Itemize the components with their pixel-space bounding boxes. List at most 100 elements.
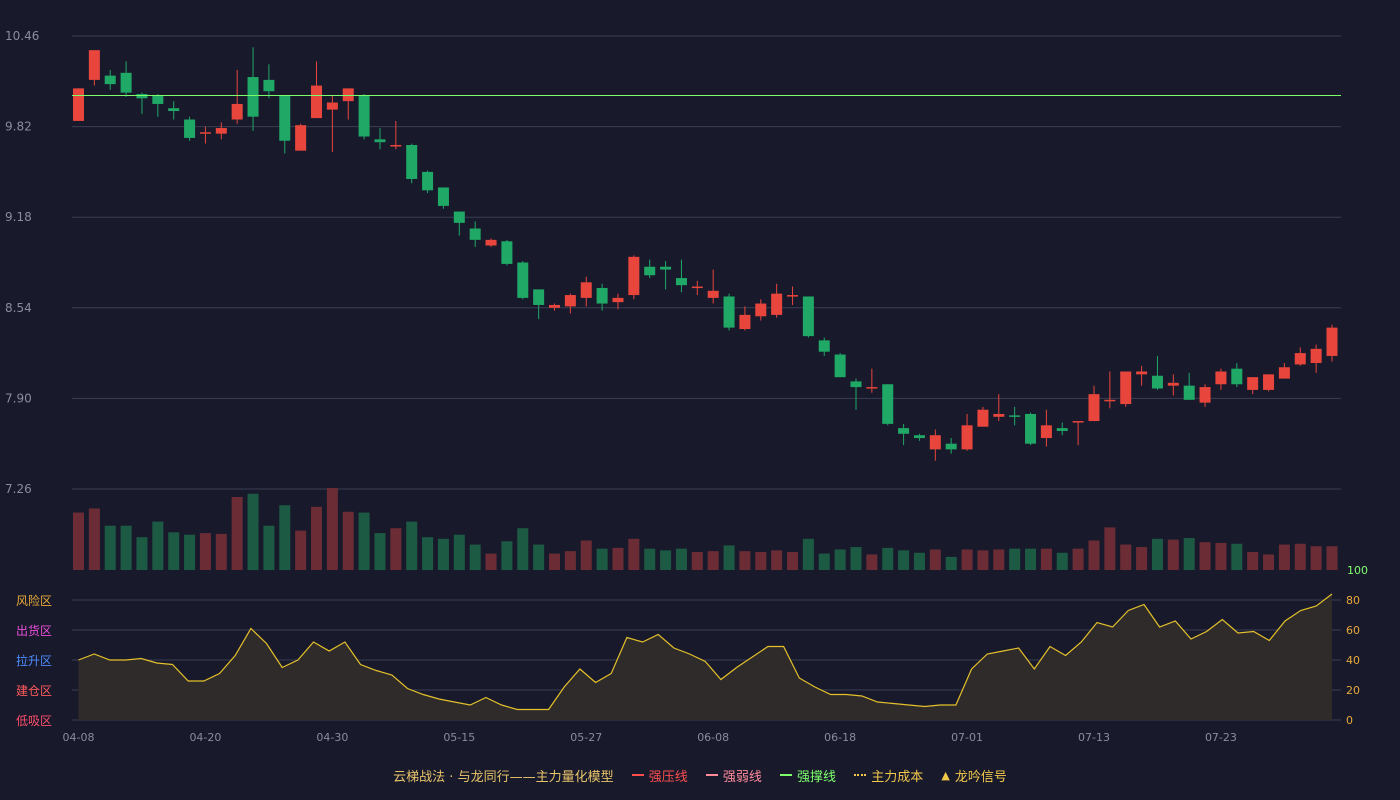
volume-bar (1120, 544, 1132, 570)
candle-body (1263, 374, 1275, 390)
candle-body (612, 297, 624, 303)
candle-body (390, 145, 402, 147)
volume-bar (707, 551, 719, 570)
volume-bar (993, 549, 1005, 570)
candle-body (755, 303, 767, 317)
volume-bar (961, 549, 973, 570)
candle-body (787, 295, 799, 297)
candle-body (723, 296, 735, 328)
date-tick-label: 05-27 (570, 731, 602, 744)
volume-bar (485, 553, 497, 570)
legend-swatch (705, 773, 718, 776)
price-tick-label: 7.26 (5, 482, 32, 496)
candle-body (628, 256, 640, 296)
price-tick-label: 10.46 (5, 29, 39, 43)
volume-bar (1040, 548, 1052, 570)
candle-body (850, 381, 862, 388)
price-tick-label: 9.82 (5, 120, 32, 134)
candle-body (533, 289, 545, 305)
volume-bar (580, 540, 592, 570)
volume-bar (818, 553, 830, 570)
volume-bar (517, 528, 529, 570)
candle-body (1199, 387, 1211, 403)
volume-bar (136, 537, 148, 570)
volume-bar (501, 541, 513, 570)
candle-body (945, 443, 957, 450)
volume-bar (374, 533, 386, 570)
chart-legend: 云梯战法 · 与龙同行——主力量化模型 强压线 强弱线 强撑线 主力成本 ▲ 龙吟… (0, 766, 1400, 786)
volume-bar (1056, 552, 1068, 570)
volume-bar (533, 544, 545, 570)
volume-bar (929, 549, 941, 570)
oscillator-panel: 80 60 40 20 0 (72, 593, 1360, 727)
candle-body (469, 228, 481, 240)
candle-body (104, 75, 116, 85)
candle-body (644, 266, 656, 276)
candle-body (1167, 382, 1179, 386)
volume-bar (1088, 540, 1100, 570)
volume-bar (834, 549, 846, 570)
candle-body (88, 50, 100, 80)
candle-body (199, 132, 211, 134)
legend-item-pressure-line[interactable]: 强压线 (631, 766, 688, 785)
candle-body (1120, 371, 1132, 405)
volume-bar (326, 488, 338, 570)
volume-bar (612, 547, 624, 570)
legend-label: 主力成本 (871, 770, 924, 785)
date-tick-label: 07-13 (1078, 731, 1110, 744)
date-tick-label: 04-20 (189, 731, 221, 744)
volume-bar (787, 551, 799, 570)
volume-bar (1072, 548, 1084, 570)
volume-bar (850, 547, 862, 570)
zone-label: 低吸区 (16, 714, 52, 728)
candle-body (882, 384, 894, 424)
candle-body (977, 409, 989, 427)
legend-item-main-cost[interactable]: 主力成本 (854, 766, 923, 785)
volume-bar (977, 550, 989, 570)
candle-body (406, 145, 418, 179)
candle-body (485, 239, 497, 246)
volume-bar (342, 511, 354, 570)
volume-bar (755, 551, 767, 570)
volume-bar (1199, 542, 1211, 570)
volume-bar (453, 534, 465, 570)
candle-body (1215, 371, 1227, 385)
legend-item-support-line[interactable]: 强撑线 (780, 766, 836, 785)
candle-body (1104, 399, 1116, 402)
volume-bar (660, 550, 672, 570)
chart-canvas: 10.469.829.188.547.907.26 100 806040200 … (5, 29, 1368, 744)
candle-body (501, 241, 513, 264)
candle-body (1025, 413, 1037, 444)
candle-body (596, 287, 608, 304)
candle-body (691, 286, 703, 289)
legend-label: 强撑线 (797, 770, 837, 785)
volume-bar (295, 530, 307, 570)
candle-body (961, 425, 973, 450)
candle-body (326, 102, 338, 110)
volume-bars: 100 (73, 488, 1368, 577)
volume-bar (199, 533, 211, 570)
volume-bar (913, 552, 925, 570)
price-tick-label: 9.18 (5, 210, 32, 224)
volume-bar (152, 521, 164, 570)
volume-bar (1104, 527, 1116, 570)
legend-swatch (631, 773, 644, 776)
candle-body (1310, 348, 1322, 364)
volume-bar (628, 538, 640, 570)
legend-title: 云梯战法 · 与龙同行——主力量化模型 (393, 770, 614, 785)
date-tick-label: 06-08 (697, 731, 729, 744)
volume-bar (549, 553, 561, 570)
candle-body (295, 125, 307, 151)
volume-bar (1167, 539, 1179, 570)
volume-bar (1247, 551, 1259, 570)
zone-label: 风险区 (16, 593, 52, 608)
zone-label: 拉升区 (16, 653, 52, 668)
legend-item-dragon-signal[interactable]: ▲ 龙吟信号 (941, 766, 1006, 785)
price-grid (72, 35, 1341, 490)
volume-bar (723, 545, 735, 570)
candle-body (263, 79, 275, 92)
candle-body (818, 340, 830, 352)
candle-body (675, 278, 687, 286)
candle-body (184, 119, 196, 138)
legend-item-strength-line[interactable]: 强弱线 (705, 766, 762, 785)
